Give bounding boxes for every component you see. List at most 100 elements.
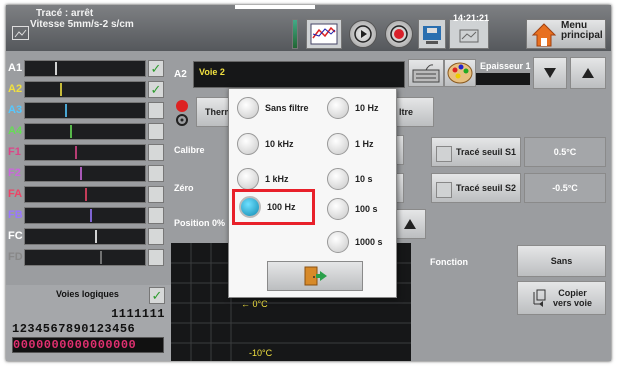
level-indicator — [292, 19, 298, 49]
channel-name-value: Voie 2 — [199, 67, 225, 77]
thickness-up-button[interactable] — [570, 57, 606, 89]
option-label: 10 s — [355, 174, 373, 184]
function-select[interactable]: Sans — [517, 245, 606, 277]
filter-option-10khz[interactable]: 10 kHz — [237, 131, 294, 157]
chart-icon — [310, 23, 338, 45]
speed-status-line: Vitesse 5mm/s-2 s/cm — [30, 19, 134, 30]
radio-10khz[interactable] — [237, 133, 259, 155]
channel-row[interactable]: FC — [6, 227, 164, 246]
threshold-s2-value[interactable]: -0.5°C — [524, 173, 606, 203]
logic-digits-tens: 1111111 — [111, 307, 165, 321]
radio-1khz[interactable] — [237, 168, 259, 190]
clock-icon — [459, 29, 479, 43]
filter-option-1000s[interactable]: 1000 s — [327, 229, 383, 255]
channel-trace-bar[interactable] — [24, 102, 146, 119]
option-label: Sans filtre — [265, 103, 309, 113]
logic-label: Voies logiques — [56, 289, 119, 299]
channel-row[interactable]: FB — [6, 206, 164, 225]
save-button[interactable] — [418, 19, 446, 49]
channel-trace-bar[interactable] — [24, 144, 146, 161]
copy-line-2: vers voie — [552, 298, 593, 308]
channel-row[interactable]: A1 ✓ — [6, 59, 164, 78]
channel-trace-marker — [55, 62, 57, 75]
keyboard-button[interactable] — [408, 59, 444, 87]
channel-checkbox[interactable] — [148, 123, 164, 140]
channel-row[interactable]: A3 — [6, 101, 164, 120]
position-label: Position 0% — [174, 218, 226, 228]
channel-checkbox[interactable] — [148, 186, 164, 203]
filter-option-10hz[interactable]: 10 Hz — [327, 95, 379, 121]
threshold-s2-checkbox[interactable] — [436, 182, 452, 198]
chart-button[interactable] — [306, 19, 342, 49]
channel-trace-bar[interactable] — [24, 228, 146, 245]
channel-row[interactable]: F2 — [6, 164, 164, 183]
channel-trace-bar[interactable] — [24, 186, 146, 203]
channel-label: A4 — [8, 125, 23, 137]
threshold-s1-value[interactable]: 0.5°C — [524, 137, 606, 167]
channel-row[interactable]: A2 ✓ — [6, 80, 164, 99]
thickness-down-button[interactable] — [533, 57, 567, 89]
filter-option-100hz[interactable]: 100 Hz — [239, 194, 296, 220]
filter-option-no-filter[interactable]: Sans filtre — [237, 95, 309, 121]
copy-label: Copier vers voie — [553, 288, 592, 308]
channel-checkbox[interactable] — [148, 165, 164, 182]
channel-label: FA — [8, 188, 23, 200]
channel-trace-bar[interactable] — [24, 249, 146, 266]
threshold-s2-toggle[interactable]: Tracé seuil S2 — [431, 173, 521, 203]
option-label: 10 kHz — [265, 139, 294, 149]
channel-row[interactable]: FA — [6, 185, 164, 204]
channel-trace-bar[interactable] — [24, 81, 146, 98]
radio-1hz[interactable] — [327, 133, 349, 155]
channel-checkbox[interactable] — [148, 102, 164, 119]
channel-checkbox[interactable] — [148, 207, 164, 224]
channel-trace-marker — [90, 209, 92, 222]
radio-100hz[interactable] — [239, 196, 261, 218]
channel-checkbox[interactable]: ✓ — [148, 81, 164, 98]
logic-checkbox[interactable]: ✓ — [149, 287, 165, 304]
channel-checkbox[interactable] — [148, 249, 164, 266]
channel-row[interactable]: F1 — [6, 143, 164, 162]
channel-checkbox[interactable] — [148, 144, 164, 161]
record-button[interactable] — [385, 20, 413, 48]
option-label: 100 Hz — [267, 202, 296, 212]
radio-10s[interactable] — [327, 168, 349, 190]
channel-trace-bar[interactable] — [24, 165, 146, 182]
thickness-preview — [476, 73, 530, 85]
channel-row[interactable]: FD — [6, 248, 164, 267]
logic-digits-units: 1234567890123456 — [12, 322, 136, 336]
channel-checkbox[interactable]: ✓ — [148, 60, 164, 77]
radio-100s[interactable] — [327, 198, 349, 220]
clock-button[interactable] — [449, 19, 489, 49]
radio-no-filter[interactable] — [237, 97, 259, 119]
channel-label: FB — [8, 209, 23, 221]
copy-to-channel-button[interactable]: Copier vers voie — [517, 281, 606, 315]
channel-name-field[interactable]: Voie 2 — [193, 61, 405, 88]
filter-option-10s[interactable]: 10 s — [327, 166, 373, 192]
filter-option-1hz[interactable]: 1 Hz — [327, 131, 374, 157]
channel-label: A3 — [8, 104, 23, 116]
position-up-button[interactable] — [394, 209, 426, 239]
palette-icon — [447, 62, 473, 84]
record-icon — [390, 25, 408, 43]
triangle-up-icon — [404, 219, 416, 229]
triangle-up-icon — [582, 68, 594, 78]
channel-trace-marker — [60, 83, 62, 96]
channel-trace-bar[interactable] — [24, 123, 146, 140]
threshold-s2-value-text: -0.5°C — [552, 183, 578, 193]
channel-trace-bar[interactable] — [24, 60, 146, 77]
threshold-s1-toggle[interactable]: Tracé seuil S1 — [431, 137, 521, 167]
play-button[interactable] — [349, 20, 377, 48]
close-popup-button[interactable] — [267, 261, 363, 291]
channel-row[interactable]: A4 — [6, 122, 164, 141]
filter-option-100s[interactable]: 100 s — [327, 196, 378, 222]
threshold-s1-checkbox[interactable] — [436, 146, 452, 162]
filter-button[interactable]: ltre — [394, 97, 434, 127]
palette-button[interactable] — [444, 59, 476, 87]
option-label: 10 Hz — [355, 103, 379, 113]
triangle-down-icon — [544, 68, 556, 78]
radio-10hz[interactable] — [327, 97, 349, 119]
radio-1000s[interactable] — [327, 231, 349, 253]
copy-icon — [533, 289, 546, 307]
channel-checkbox[interactable] — [148, 228, 164, 245]
channel-trace-bar[interactable] — [24, 207, 146, 224]
